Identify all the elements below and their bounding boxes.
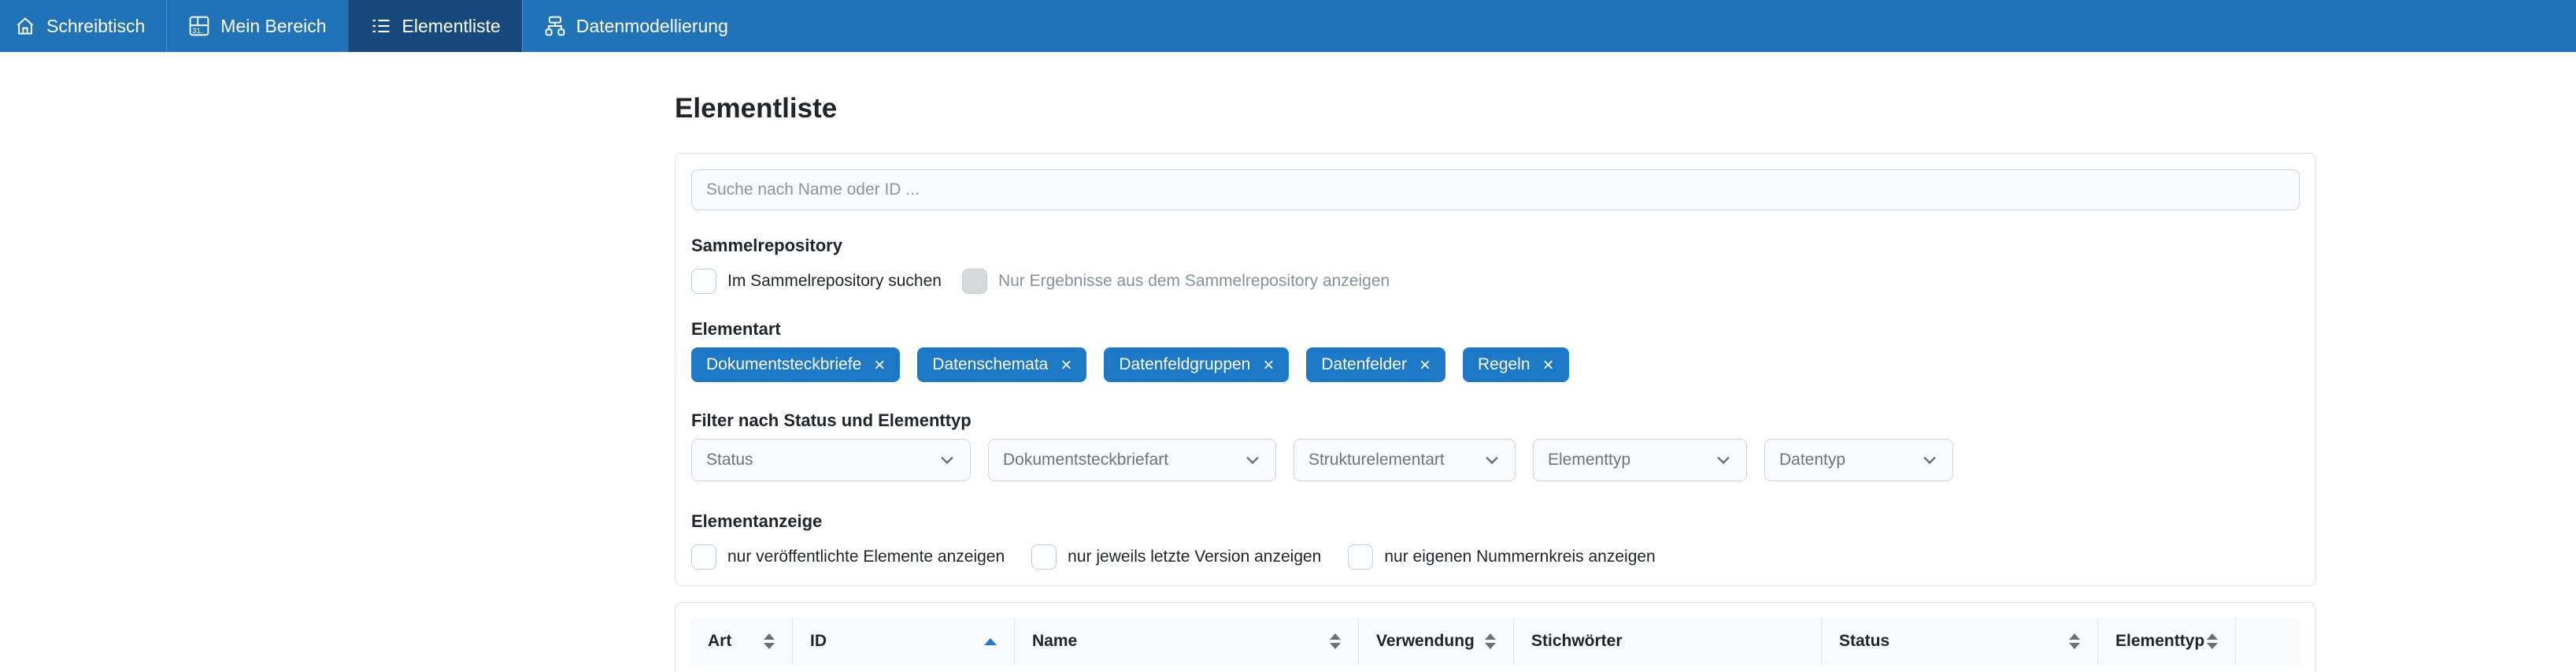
column-header-actions — [2236, 618, 2300, 665]
dropdown-datentyp[interactable]: Datentyp — [1764, 439, 1953, 481]
search-input[interactable] — [691, 169, 2300, 210]
dropdown-strukturelementart[interactable]: Strukturelementart — [1294, 439, 1516, 481]
sort-icon[interactable] — [764, 633, 775, 649]
checkbox-box[interactable] — [1031, 544, 1057, 570]
nav-tab-label: Elementliste — [402, 16, 501, 37]
tag-label: Regeln — [1478, 355, 1530, 374]
workspace-icon: 31. — [188, 15, 210, 37]
nav-tab-elementliste[interactable]: Elementliste — [348, 0, 522, 52]
tag-label: Dokumentsteckbriefe — [706, 355, 861, 374]
chevron-down-icon — [1483, 451, 1501, 469]
chevron-down-icon — [1921, 451, 1938, 469]
nav-tab-label: Mein Bereich — [220, 16, 326, 37]
checkbox-nur-veroeffentlichte-elemente[interactable]: nur veröffentlichte Elemente anzeigen — [691, 544, 1005, 570]
tag-label: Datenfeldgruppen — [1119, 355, 1250, 374]
column-header-stichwoerter: Stichwörter — [1514, 618, 1822, 665]
nav-tab-mein-bereich[interactable]: 31. Mein Bereich — [166, 0, 347, 52]
table-header-row: Art ID Name Verwendung Stichwörter Statu… — [690, 618, 2300, 665]
checkbox-label: nur veröffentlichte Elemente anzeigen — [727, 548, 1005, 566]
chevron-down-icon — [1244, 451, 1261, 469]
checkbox-box[interactable] — [691, 544, 716, 570]
filter-dropdowns: Status Dokumentsteckbriefart Strukturele… — [691, 439, 2300, 481]
checkbox-label: nur eigenen Nummernkreis anzeigen — [1384, 548, 1655, 566]
home-icon — [14, 15, 36, 37]
checkbox-box — [962, 269, 987, 294]
checkbox-box[interactable] — [1348, 544, 1373, 570]
column-header-art[interactable]: Art — [690, 618, 793, 665]
sort-icon[interactable] — [2207, 633, 2218, 649]
column-label: Stichwörter — [1531, 632, 1623, 651]
column-header-id[interactable]: ID — [793, 618, 1015, 665]
tag-datenfelder[interactable]: Datenfelder × — [1306, 347, 1445, 382]
elementanzeige-options: nur veröffentlichte Elemente anzeigen nu… — [691, 544, 2300, 570]
tag-datenschemata[interactable]: Datenschemata × — [917, 347, 1086, 382]
column-header-status[interactable]: Status — [1822, 618, 2098, 665]
column-label: Elementtyp — [2115, 632, 2204, 651]
checkbox-im-sammelrepository-suchen[interactable]: Im Sammelrepository suchen — [691, 269, 942, 294]
sort-icon[interactable] — [1485, 633, 1496, 649]
column-label: ID — [810, 632, 827, 651]
nav-tab-datenmodellierung[interactable]: Datenmodellierung — [522, 0, 749, 52]
dropdown-value: Status — [706, 451, 753, 470]
checkbox-label: Im Sammelrepository suchen — [727, 272, 942, 291]
remove-icon[interactable]: × — [874, 355, 885, 375]
column-label: Verwendung — [1376, 632, 1475, 651]
tag-dokumentsteckbriefe[interactable]: Dokumentsteckbriefe × — [691, 347, 900, 382]
chevron-down-icon — [1715, 451, 1732, 469]
checkbox-label: nur jeweils letzte Version anzeigen — [1068, 548, 1321, 566]
tag-datenfeldgruppen[interactable]: Datenfeldgruppen × — [1104, 347, 1289, 382]
nav-tab-label: Schreibtisch — [46, 16, 145, 37]
checkbox-nur-eigener-nummernkreis[interactable]: nur eigenen Nummernkreis anzeigen — [1348, 544, 1655, 570]
column-label: Art — [708, 632, 731, 651]
dropdown-value: Elementtyp — [1548, 451, 1630, 470]
column-header-name[interactable]: Name — [1015, 618, 1359, 665]
section-label-elementanzeige: Elementanzeige — [691, 511, 2300, 532]
sitemap-icon — [544, 15, 566, 37]
list-icon — [370, 15, 392, 37]
nav-tab-schreibtisch[interactable]: Schreibtisch — [0, 0, 166, 52]
column-label: Name — [1032, 632, 1077, 651]
dropdown-elementtyp[interactable]: Elementtyp — [1533, 439, 1747, 481]
column-header-verwendung[interactable]: Verwendung — [1359, 618, 1514, 665]
sammelrepository-options: Im Sammelrepository suchen Nur Ergebniss… — [691, 269, 2300, 294]
section-label-filter: Filter nach Status und Elementtyp — [691, 410, 2300, 431]
result-table-card: Art ID Name Verwendung Stichwörter Statu… — [675, 602, 2316, 672]
top-navbar: Schreibtisch 31. Mein Bereich Elementlis… — [0, 0, 2576, 52]
svg-text:31.: 31. — [193, 27, 203, 35]
nav-tab-label: Datenmodellierung — [576, 16, 728, 37]
section-label-elementart: Elementart — [691, 319, 2300, 340]
filter-card: Sammelrepository Im Sammelrepository suc… — [675, 153, 2316, 586]
checkbox-label: Nur Ergebnisse aus dem Sammelrepository … — [998, 272, 1390, 291]
tag-regeln[interactable]: Regeln × — [1463, 347, 1569, 382]
remove-icon[interactable]: × — [1263, 355, 1274, 375]
elementart-tags: Dokumentsteckbriefe × Datenschemata × Da… — [691, 347, 2300, 382]
tag-label: Datenfelder — [1321, 355, 1407, 374]
main-content: Elementliste Sammelrepository Im Sammelr… — [675, 91, 2316, 672]
checkbox-box[interactable] — [691, 269, 716, 294]
sort-ascending-icon[interactable] — [984, 638, 997, 645]
tag-label: Datenschemata — [932, 355, 1048, 374]
checkbox-nur-letzte-version[interactable]: nur jeweils letzte Version anzeigen — [1031, 544, 1321, 570]
dropdown-dokumentsteckbriefart[interactable]: Dokumentsteckbriefart — [988, 439, 1276, 481]
column-label: Status — [1839, 632, 1889, 651]
remove-icon[interactable]: × — [1419, 355, 1430, 375]
chevron-down-icon — [938, 451, 956, 469]
remove-icon[interactable]: × — [1060, 355, 1071, 375]
checkbox-nur-ergebnisse-sammelrepository: Nur Ergebnisse aus dem Sammelrepository … — [962, 269, 1390, 294]
column-header-elementtyp[interactable]: Elementtyp — [2098, 618, 2236, 665]
dropdown-value: Datentyp — [1779, 451, 1845, 470]
sort-icon[interactable] — [2069, 633, 2080, 649]
section-label-sammelrepository: Sammelrepository — [691, 236, 2300, 256]
dropdown-value: Strukturelementart — [1308, 451, 1445, 470]
dropdown-value: Dokumentsteckbriefart — [1003, 451, 1168, 470]
dropdown-status[interactable]: Status — [691, 439, 971, 481]
remove-icon[interactable]: × — [1543, 355, 1554, 375]
page-title: Elementliste — [675, 91, 2316, 126]
sort-icon[interactable] — [1330, 633, 1341, 649]
